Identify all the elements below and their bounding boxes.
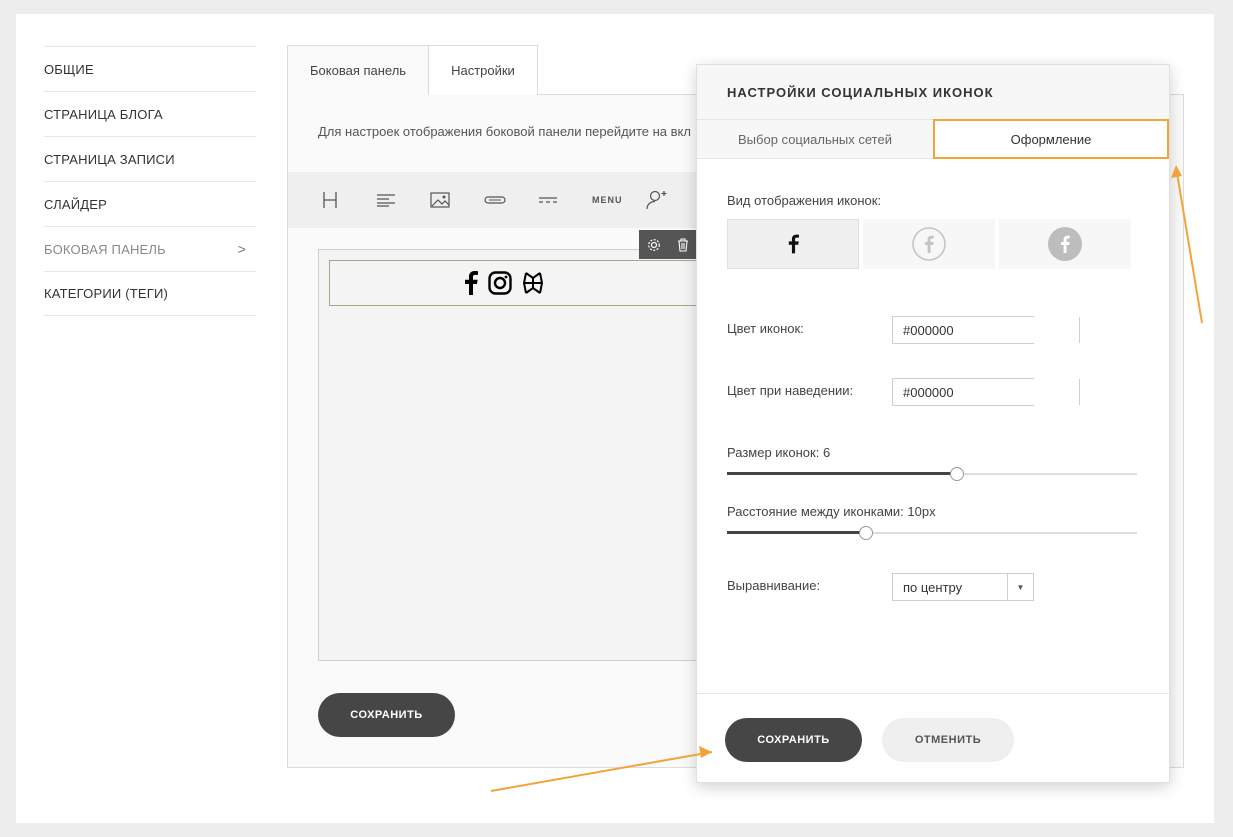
facebook-circle-outline-icon [912, 227, 946, 261]
text-tool[interactable] [376, 185, 430, 215]
editor-tabs: Боковая панель Настройки [287, 45, 538, 95]
facebook-icon [788, 234, 799, 254]
slider-knob[interactable] [950, 467, 964, 481]
nav-item-label: СЛАЙДЕР [44, 196, 108, 212]
nav-item-label: СТРАНИЦА БЛОГА [44, 106, 163, 122]
nav-item-categories[interactable]: КАТЕГОРИИ (ТЕГИ) [44, 271, 256, 316]
caret-down-icon: ▼ [1007, 574, 1033, 600]
social-icons-widget[interactable] [329, 260, 709, 306]
gear-icon[interactable] [647, 238, 661, 252]
modal-footer-divider [697, 693, 1169, 694]
button-icon [484, 196, 506, 204]
icon-style-plain[interactable] [727, 219, 859, 269]
nav-item-label: КАТЕГОРИИ (ТЕГИ) [44, 286, 169, 301]
slider-fill [727, 531, 866, 534]
heading-tool[interactable] [322, 185, 376, 215]
icon-color-input[interactable] [893, 317, 1079, 343]
button-tool[interactable] [484, 185, 538, 215]
instagram-icon [488, 271, 512, 295]
chevron-right-icon: > [237, 241, 246, 257]
editor-hint: Для настроек отображения боковой панели … [318, 124, 691, 139]
facebook-icon [465, 271, 478, 295]
icon-size-label: Размер иконок: 6 [727, 445, 831, 460]
icon-style-options [727, 219, 1131, 269]
facebook-circle-filled-icon [1048, 227, 1082, 261]
nav-item-general[interactable]: ОБЩИЕ [44, 46, 256, 91]
slider-fill [727, 472, 957, 475]
align-select-value: по центру [903, 579, 963, 595]
hover-color-input[interactable] [893, 379, 1079, 405]
widget-actions [639, 230, 697, 259]
icon-color-field [892, 316, 1080, 344]
widget-toolbar: MENU [288, 172, 708, 228]
slider-knob[interactable] [859, 526, 873, 540]
divider-tool[interactable] [538, 185, 592, 215]
network-icon [522, 272, 544, 294]
add-user-icon [646, 190, 667, 210]
icon-spacing-slider[interactable] [727, 526, 1137, 540]
tab-appearance[interactable]: Оформление [932, 119, 1169, 159]
image-icon [430, 192, 450, 208]
trash-icon[interactable] [677, 237, 689, 252]
hover-color-field [892, 378, 1080, 406]
tab-select-networks[interactable]: Выбор социальных сетей [697, 120, 933, 158]
social-icons-settings-modal: НАСТРОЙКИ СОЦИАЛЬНЫХ ИКОНОК Выбор социал… [696, 64, 1170, 783]
modal-tabs: Выбор социальных сетей Оформление [697, 119, 1169, 159]
tab-settings[interactable]: Настройки [429, 45, 538, 95]
editor-save-button[interactable]: СОХРАНИТЬ [318, 693, 455, 737]
nav-item-label: ОБЩИЕ [44, 61, 94, 77]
divider-icon [539, 197, 557, 203]
icon-style-filled-circle[interactable] [999, 219, 1131, 269]
icon-style-outline-circle[interactable] [863, 219, 995, 269]
heading-icon [323, 192, 337, 208]
nav-item-label: БОКОВАЯ ПАНЕЛЬ [44, 241, 166, 257]
text-align-icon [377, 194, 395, 207]
add-user-tool[interactable] [646, 185, 700, 215]
align-label: Выравнивание: [727, 578, 821, 593]
hover-color-label: Цвет при наведении: [727, 383, 854, 398]
modal-title: НАСТРОЙКИ СОЦИАЛЬНЫХ ИКОНОК [697, 65, 1169, 119]
menu-tool[interactable]: MENU [592, 185, 646, 215]
icon-spacing-label: Расстояние между иконками: 10px [727, 504, 936, 519]
image-tool[interactable] [430, 185, 484, 215]
modal-save-button[interactable]: СОХРАНИТЬ [725, 718, 862, 762]
modal-cancel-button[interactable]: ОТМЕНИТЬ [882, 718, 1014, 762]
nav-item-blog-page[interactable]: СТРАНИЦА БЛОГА [44, 91, 256, 136]
menu-label: MENU [592, 195, 623, 205]
sidebar-canvas[interactable] [318, 249, 708, 661]
icon-size-slider[interactable] [727, 467, 1137, 481]
nav-item-label: СТРАНИЦА ЗАПИСИ [44, 151, 175, 167]
align-select[interactable]: по центру ▼ [892, 573, 1034, 601]
nav-item-post-page[interactable]: СТРАНИЦА ЗАПИСИ [44, 136, 256, 181]
hover-color-swatch[interactable] [1079, 379, 1080, 405]
nav-item-slider[interactable]: СЛАЙДЕР [44, 181, 256, 226]
icon-color-swatch[interactable] [1079, 317, 1080, 343]
tab-sidebar[interactable]: Боковая панель [287, 45, 430, 95]
icon-color-label: Цвет иконок: [727, 321, 804, 336]
settings-nav: ОБЩИЕ СТРАНИЦА БЛОГА СТРАНИЦА ЗАПИСИ СЛА… [44, 46, 256, 316]
nav-item-sidebar[interactable]: БОКОВАЯ ПАНЕЛЬ > [44, 226, 256, 271]
icon-style-label: Вид отображения иконок: [727, 193, 882, 208]
